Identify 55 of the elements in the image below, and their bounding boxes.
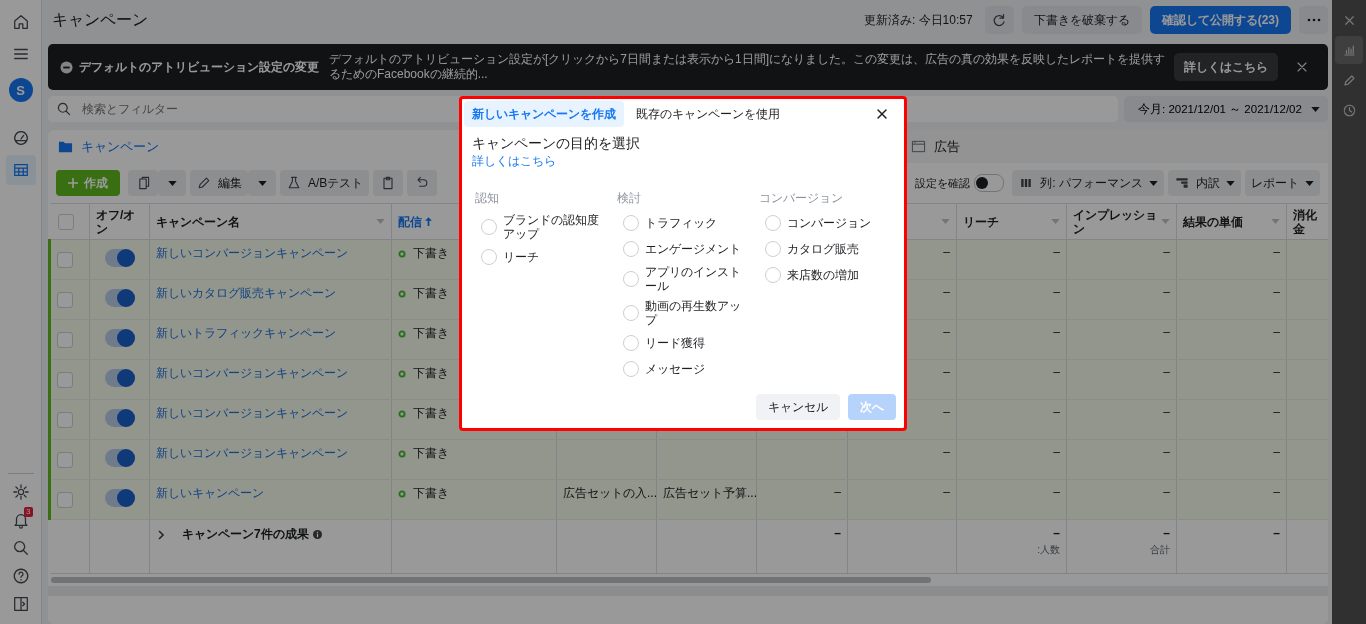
dialog-title: キャンペーンの目的を選択 (472, 135, 641, 153)
table-cell: – (1163, 285, 1170, 299)
summary-note: :人数 (1036, 543, 1060, 557)
table-cell: – (1163, 445, 1170, 459)
table-cell: – (1053, 445, 1060, 459)
table-cell: – (1053, 245, 1060, 259)
table-cell: – (1273, 405, 1280, 419)
table-cell: – (1273, 245, 1280, 259)
table-cell: – (1053, 325, 1060, 339)
table-cell: 広告セットの入... (563, 486, 656, 500)
delivery-status: 下書き (413, 445, 449, 462)
table-cell: – (943, 405, 950, 419)
summary-note: 合計 (1149, 543, 1170, 557)
table-cell: – (943, 485, 950, 499)
table-cell: – (1053, 365, 1060, 379)
table-cell: – (1163, 485, 1170, 499)
summary-value: – (1272, 526, 1280, 540)
table-cell: – (1273, 285, 1280, 299)
summary-value: – (1052, 526, 1060, 540)
table-cell: – (943, 325, 950, 339)
delivery-status: 下書き (413, 485, 449, 502)
delivery-status: 下書き (413, 285, 449, 302)
group-heading: 検討 (617, 190, 642, 207)
table-cell: – (1273, 325, 1280, 339)
table-cell: – (1163, 405, 1170, 419)
notification-badge: 3 (24, 507, 33, 517)
table-cell: – (943, 285, 950, 299)
summary-value: – (1162, 526, 1170, 540)
updated-time: 更新済み: 今日10:57 (863, 11, 973, 29)
table-cell: – (834, 485, 841, 499)
table-cell: – (1053, 485, 1060, 499)
summary-value: – (833, 526, 841, 540)
table-cell: – (1163, 245, 1170, 259)
group-heading: コンバージョン (759, 190, 844, 207)
table-cell: – (1273, 365, 1280, 379)
delivery-status: 下書き (413, 365, 449, 382)
notice-title: デフォルトのアトリビューション設定の変更 (79, 58, 319, 76)
table-cell: – (1163, 325, 1170, 339)
table-cell: – (943, 245, 950, 259)
table-cell: – (943, 365, 950, 379)
table-cell: – (1163, 365, 1170, 379)
table-cell: – (943, 445, 950, 459)
table-cell: – (1053, 405, 1060, 419)
delivery-status: 下書き (413, 325, 449, 342)
delivery-status: 下書き (413, 405, 449, 422)
table-cell: 広告セット予算... (663, 486, 756, 500)
summary-label: キャンペーン7件の成果 (182, 526, 309, 543)
page-title: キャンペーン (52, 9, 148, 30)
table-cell: – (1273, 485, 1280, 499)
notice-message: デフォルトのアトリビューション設定が[クリックから7日間または表示から1日間]になりました。この変更は、広告の真の効果を反映したレポートを提供するためのFacebookの継続的... (329, 52, 1166, 82)
table-cell: – (1273, 445, 1280, 459)
table-cell: – (1053, 285, 1060, 299)
delivery-status: 下書き (413, 245, 449, 262)
group-heading: 認知 (475, 190, 500, 207)
review-label: 設定を確認 (915, 175, 971, 191)
